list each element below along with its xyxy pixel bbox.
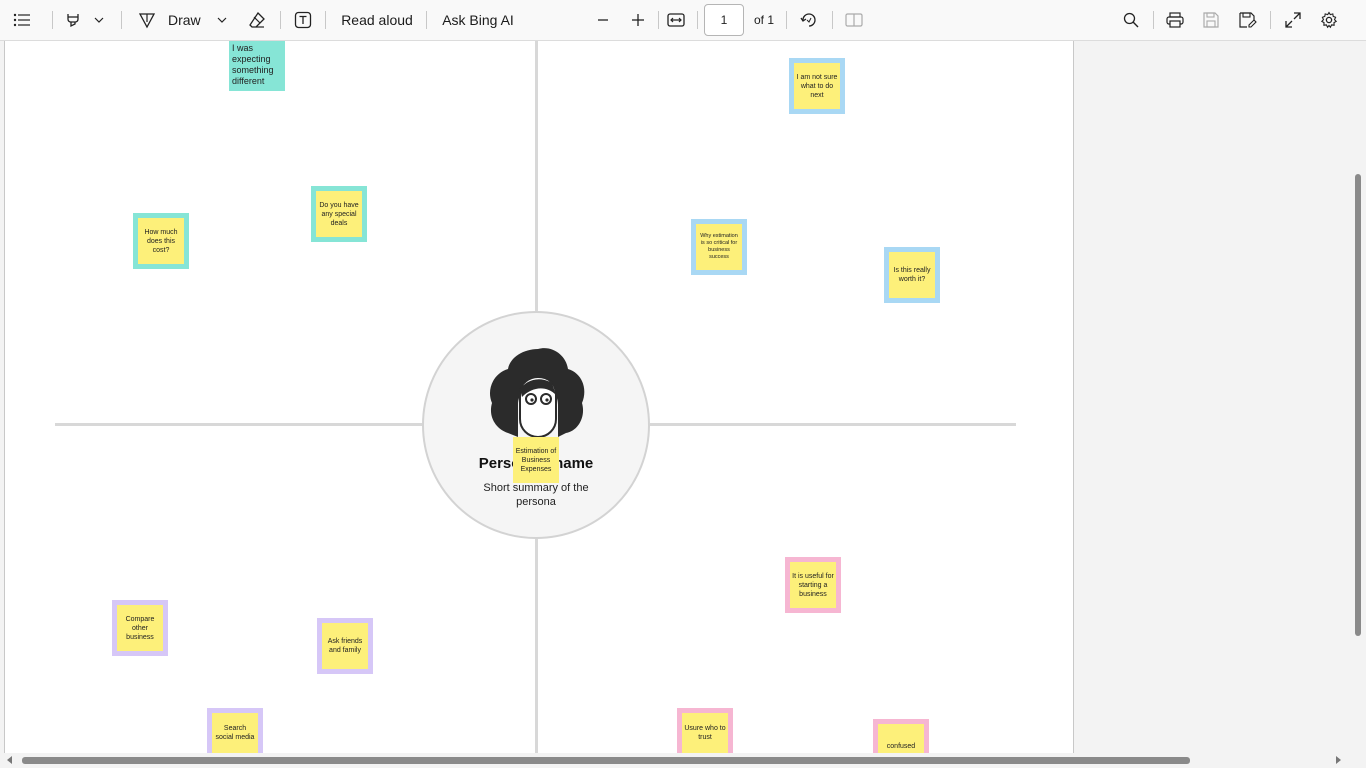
plus-icon xyxy=(631,13,645,27)
save-button[interactable] xyxy=(1200,0,1222,40)
sticky-note[interactable]: How much does this cost? xyxy=(133,213,189,269)
highlight-button[interactable] xyxy=(62,0,84,40)
list-icon xyxy=(13,13,31,27)
separator xyxy=(786,11,787,29)
contents-button[interactable] xyxy=(10,0,34,40)
print-button[interactable] xyxy=(1164,0,1186,40)
save-as-icon xyxy=(1239,12,1257,28)
fit-width-icon xyxy=(667,13,685,27)
separator xyxy=(280,11,281,29)
sticky-note[interactable]: Why estimation is so critical for busine… xyxy=(691,219,747,275)
sticky-note-center[interactable]: Estimation of Business Expenses xyxy=(513,437,559,483)
sticky-note[interactable]: Is this really worth it? xyxy=(884,247,940,303)
two-page-button[interactable] xyxy=(843,0,865,40)
page-number-input[interactable] xyxy=(704,4,744,36)
horizontal-axis-left xyxy=(55,423,422,426)
scroll-right-icon[interactable] xyxy=(1336,756,1341,764)
sticky-note[interactable]: Compare other business xyxy=(112,600,168,656)
sticky-note[interactable]: confused xyxy=(873,719,929,753)
zoom-out-button[interactable] xyxy=(592,0,614,40)
separator xyxy=(1153,11,1154,29)
save-icon xyxy=(1203,12,1219,28)
horizontal-scrollbar[interactable] xyxy=(0,753,1350,768)
separator xyxy=(121,11,122,29)
persona-summary: Short summary of the persona xyxy=(483,482,589,508)
separator xyxy=(832,11,833,29)
expand-icon xyxy=(1285,12,1301,28)
ask-bing-button[interactable]: Ask Bing AI xyxy=(437,0,519,40)
pdf-page: Persona’s name Short summary of the pers… xyxy=(4,41,1074,753)
sticky-note[interactable]: Do you have any special deals xyxy=(311,186,367,242)
text-box-icon xyxy=(294,11,312,29)
pdf-toolbar: Draw Read aloud Ask Bing AI 1 of 1 xyxy=(0,0,1366,41)
pen-icon xyxy=(138,11,156,29)
fit-width-button[interactable] xyxy=(664,0,688,40)
print-icon xyxy=(1166,12,1184,28)
sticky-note[interactable]: Usure who to trust xyxy=(677,708,733,753)
ask-bing-label: Ask Bing AI xyxy=(442,12,514,28)
sticky-note[interactable]: I was expecting something different xyxy=(229,41,285,91)
highlight-dropdown[interactable] xyxy=(91,0,107,40)
horizontal-axis-right xyxy=(650,423,1016,426)
fullscreen-button[interactable] xyxy=(1282,0,1304,40)
separator xyxy=(658,11,659,29)
eraser-icon xyxy=(248,11,266,29)
separator xyxy=(52,11,53,29)
persona-circle: Persona’s name Short summary of the pers… xyxy=(422,311,650,539)
highlighter-icon xyxy=(65,12,81,28)
settings-button[interactable] xyxy=(1318,0,1340,40)
two-page-icon xyxy=(845,13,863,27)
vertical-axis-bottom xyxy=(535,539,538,753)
draw-label: Draw xyxy=(168,12,201,28)
vertical-scrollbar[interactable] xyxy=(1350,82,1366,753)
save-as-button[interactable] xyxy=(1237,0,1259,40)
sticky-note[interactable]: Ask friends and family xyxy=(317,618,373,674)
document-viewport[interactable]: Persona’s name Short summary of the pers… xyxy=(0,41,1366,753)
scroll-left-icon[interactable] xyxy=(7,756,12,764)
rotate-button[interactable] xyxy=(798,0,820,40)
textbox-button[interactable] xyxy=(292,0,314,40)
minus-icon xyxy=(596,13,610,27)
separator xyxy=(697,11,698,29)
rotate-icon xyxy=(800,11,818,29)
draw-button[interactable]: Draw xyxy=(138,0,210,40)
separator xyxy=(325,11,326,29)
read-aloud-label: Read aloud xyxy=(341,12,413,28)
erase-button[interactable] xyxy=(246,0,268,40)
persona-avatar xyxy=(486,345,590,445)
search-button[interactable] xyxy=(1120,0,1142,40)
draw-dropdown[interactable] xyxy=(214,0,230,40)
separator xyxy=(426,11,427,29)
page-total: of 1 xyxy=(753,13,774,27)
search-icon xyxy=(1123,12,1139,28)
read-aloud-button[interactable]: Read aloud xyxy=(336,0,418,40)
sticky-note[interactable]: Search social media xyxy=(207,708,263,753)
chevron-down-icon xyxy=(217,17,227,23)
vertical-axis-top xyxy=(535,41,538,311)
gear-icon xyxy=(1320,11,1338,29)
vertical-scrollbar-thumb[interactable] xyxy=(1355,174,1361,636)
sticky-note[interactable]: I am not sure what to do next xyxy=(789,58,845,114)
horizontal-scrollbar-thumb[interactable] xyxy=(22,757,1190,764)
sticky-note[interactable]: It is useful for starting a business xyxy=(785,557,841,613)
chevron-down-icon xyxy=(94,17,104,23)
zoom-in-button[interactable] xyxy=(627,0,649,40)
separator xyxy=(1270,11,1271,29)
